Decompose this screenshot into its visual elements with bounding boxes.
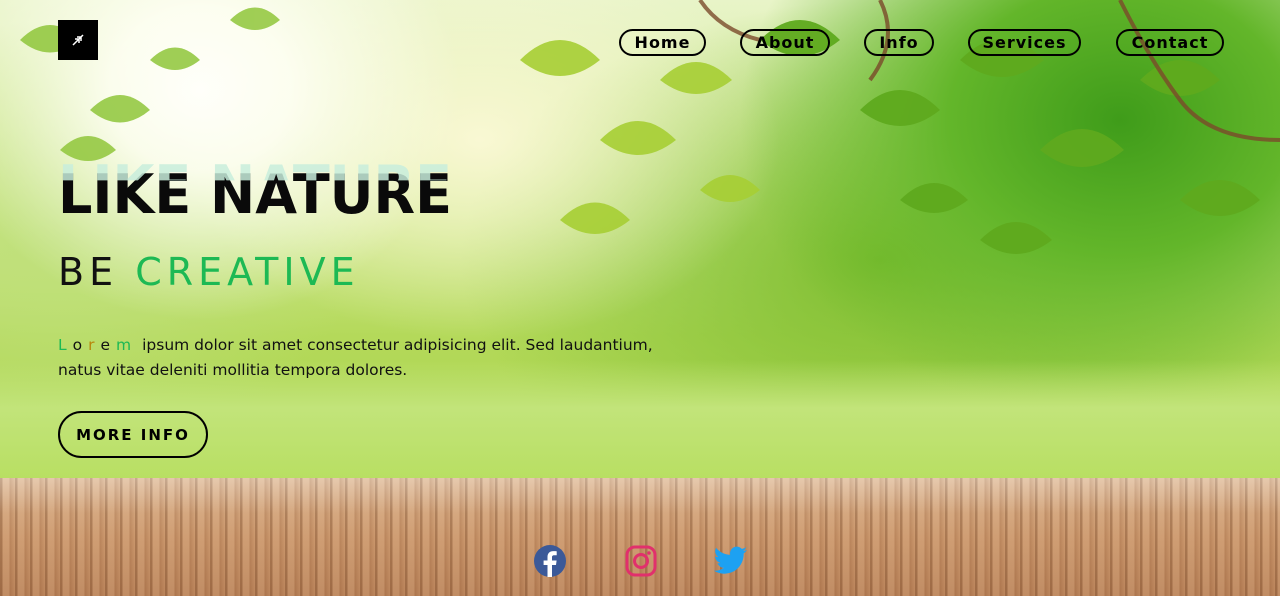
hero-description: Lorem ipsum dolor sit amet consectetur a…	[58, 333, 678, 383]
nav-services-button[interactable]: Services	[968, 29, 1081, 56]
lead-letter: r	[88, 336, 95, 354]
hero-title: LIKE NATURE LIKE NATURE	[58, 154, 452, 230]
lead-letter: m	[116, 336, 132, 354]
facebook-icon	[534, 545, 566, 577]
subtitle-prefix: BE	[58, 250, 119, 294]
wooden-deck	[0, 478, 1280, 596]
lead-letter: L	[58, 336, 67, 354]
instagram-icon	[625, 545, 657, 577]
nav-contact-button[interactable]: Contact	[1116, 29, 1224, 56]
description-lead-letters: Lorem	[58, 336, 142, 354]
hero-subtitle: BE CREATIVE	[58, 250, 360, 294]
more-info-button[interactable]: MORE INFO	[58, 411, 208, 458]
nav-home-button[interactable]: Home	[619, 29, 706, 56]
lead-letter: e	[100, 336, 111, 354]
description-text: ipsum dolor sit amet consectetur adipisi…	[58, 336, 653, 379]
lead-letter: o	[72, 336, 83, 354]
instagram-link[interactable]	[624, 544, 658, 578]
background-scene	[0, 0, 1280, 596]
nav-about-button[interactable]: About	[740, 29, 830, 56]
twitter-icon	[714, 546, 747, 574]
twitter-link[interactable]	[714, 544, 748, 578]
subtitle-accent: CREATIVE	[135, 250, 360, 294]
ginkgo-leaves-foliage	[20, 0, 1280, 254]
main-nav: Home About Info Services Contact	[0, 29, 1280, 61]
nav-info-button[interactable]: Info	[864, 29, 934, 56]
facebook-link[interactable]	[533, 544, 567, 578]
